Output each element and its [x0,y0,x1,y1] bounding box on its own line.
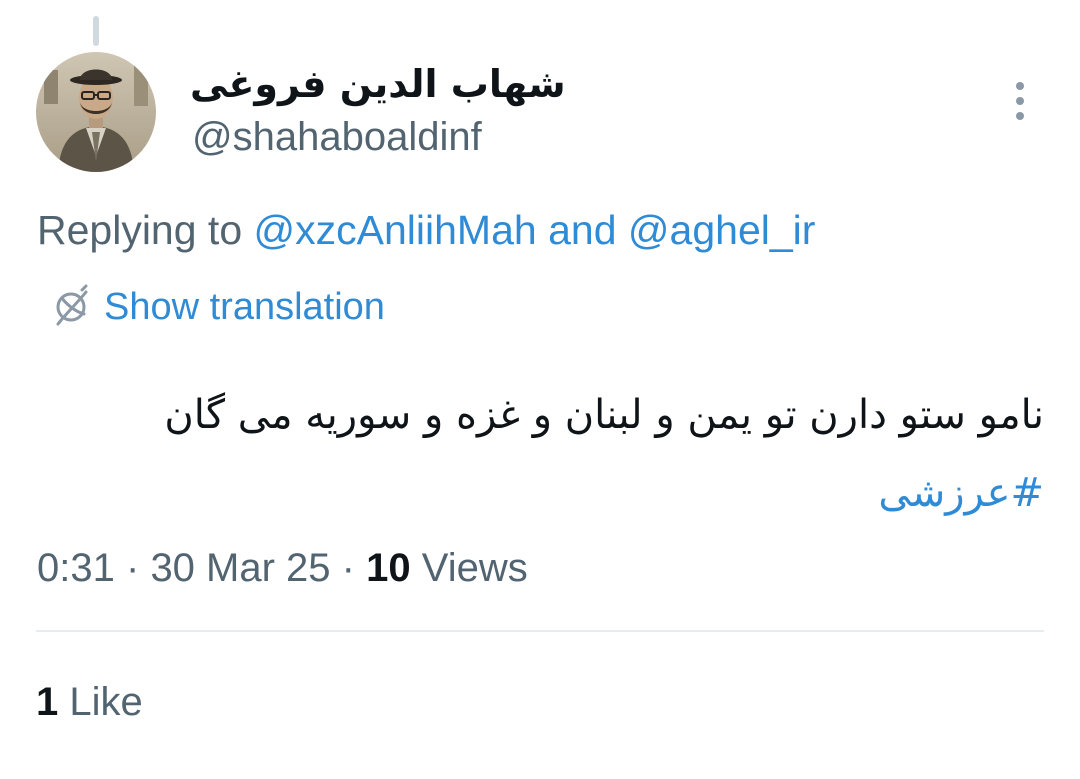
likes-count: 1 [36,680,59,724]
hashtag-link[interactable]: #عرزشی [878,470,1044,516]
author-handle[interactable]: @shahaboaldinf [192,112,482,162]
meta-separator: · [341,546,355,590]
thread-connector-line [93,16,99,46]
tweet-time[interactable]: 0:31 [37,546,115,590]
replying-to-label: Replying to [37,207,243,253]
views-count: 10 [366,546,411,590]
likes-link[interactable]: 1 Like [36,676,143,728]
replying-to-line: Replying to @xzcAnliihMah and @aghel_ir [37,204,815,256]
views-link[interactable]: 10 Views [366,546,528,590]
author-display-name[interactable]: شهاب الدین فروغی [190,58,566,110]
likes-label: Like [69,680,143,724]
mention-link[interactable]: @aghel_ir [628,207,816,253]
tweet-date[interactable]: 30 Mar 25 [150,546,330,590]
avatar[interactable] [36,52,156,172]
views-label: Views [421,546,528,590]
show-translation-label: Show translation [104,285,385,328]
mention-conjunction: and [548,207,617,253]
divider [36,630,1044,632]
tweet-body: نامو ستو دارن تو یمن و لبنان و غزه و سور… [164,392,1044,438]
translate-globe-icon [56,284,88,326]
tweet-text: نامو ستو دارن تو یمن و لبنان و غزه و سور… [84,376,1044,532]
more-options-button[interactable] [1000,76,1040,126]
avatar-photo [36,52,156,172]
show-translation-button[interactable]: Show translation [48,282,385,332]
tweet-metadata: 0:31 · 30 Mar 25 · 10 Views [37,542,528,594]
mention-link[interactable]: @xzcAnliihMah [254,207,537,253]
meta-separator: · [125,546,140,590]
